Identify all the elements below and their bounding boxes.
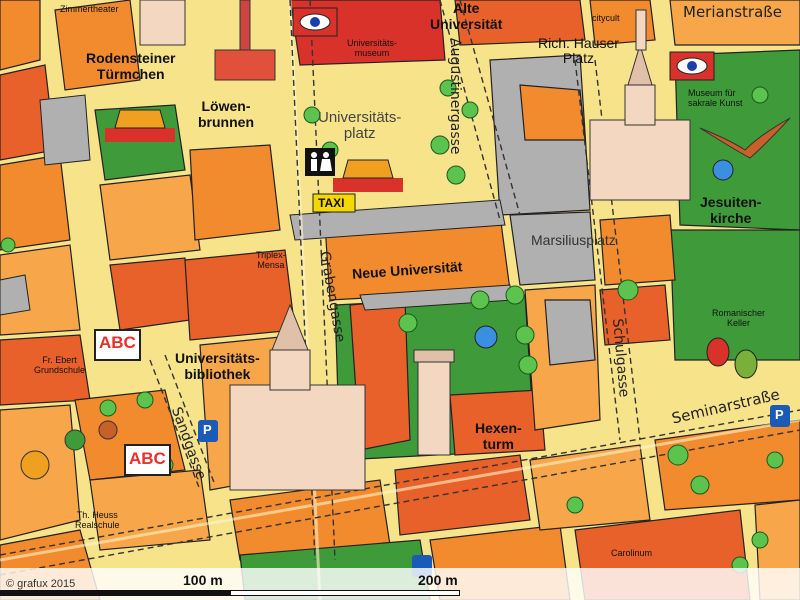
tower-icon xyxy=(413,349,455,456)
label-augustinergasse: Augustinergasse xyxy=(447,38,463,155)
label-hexenturm[interactable]: Hexen- turm xyxy=(475,420,522,452)
label-universitaetsbibliothek[interactable]: Universitäts- bibliothek xyxy=(175,350,260,382)
copyright-text: © grafux 2015 xyxy=(6,578,76,590)
label-parking-p2: P xyxy=(775,407,784,422)
label-rich-hauser-platz[interactable]: Rich. Hauser Platz xyxy=(538,36,619,66)
label-triplex-mensa[interactable]: Triplex- Mensa xyxy=(256,250,286,270)
label-fr-ebert-grundschule[interactable]: Fr. Ebert Grundschule xyxy=(34,355,85,375)
eye-icon xyxy=(669,51,715,81)
label-marsiliusplatz[interactable]: Marsiliusplatz xyxy=(531,232,616,248)
label-citycult[interactable]: citycult xyxy=(592,13,620,23)
city-map[interactable]: Zimmertheater Alte Universität Universit… xyxy=(0,0,800,600)
label-universitaetsplatz[interactable]: Universitäts- platz xyxy=(318,110,401,142)
label-merianstrasse: Merianstraße xyxy=(683,3,782,21)
label-loewenbrunnen[interactable]: Löwen- brunnen xyxy=(198,98,254,130)
scale-bar-first xyxy=(0,590,230,596)
map-canvas xyxy=(0,0,800,600)
label-jesuitenkirche[interactable]: Jesuiten- kirche xyxy=(700,194,761,226)
scale-label-100: 100 m xyxy=(183,572,223,588)
label-alte-universitaet[interactable]: Alte Universität xyxy=(430,0,502,32)
label-universitaetsmuseum[interactable]: Universitäts- museum xyxy=(347,38,397,58)
scale-label-200: 200 m xyxy=(418,572,458,588)
label-th-heuss-realschule[interactable]: Th. Heuss Realschule xyxy=(75,510,120,530)
label-museum-sakrale-kunst[interactable]: Museum für sakrale Kunst xyxy=(688,88,743,108)
eye-icon xyxy=(292,7,338,37)
scale-bar-second xyxy=(230,590,460,596)
label-carolinum[interactable]: Carolinum xyxy=(611,548,652,558)
label-abc-1: ABC xyxy=(99,333,136,352)
label-zimmertheater: Zimmertheater xyxy=(60,4,119,14)
toilet-icon xyxy=(305,148,335,176)
label-parking-p1: P xyxy=(203,422,212,437)
label-taxi[interactable]: TAXI xyxy=(318,196,344,210)
label-abc-2: ABC xyxy=(129,449,166,468)
fountain-dot-jesuiten xyxy=(712,159,734,181)
label-rodensteiner-tuermchen[interactable]: Rodensteiner Türmchen xyxy=(86,50,175,82)
label-romanischer-keller[interactable]: Romanischer Keller xyxy=(712,308,765,328)
fountain-dot xyxy=(474,325,498,349)
